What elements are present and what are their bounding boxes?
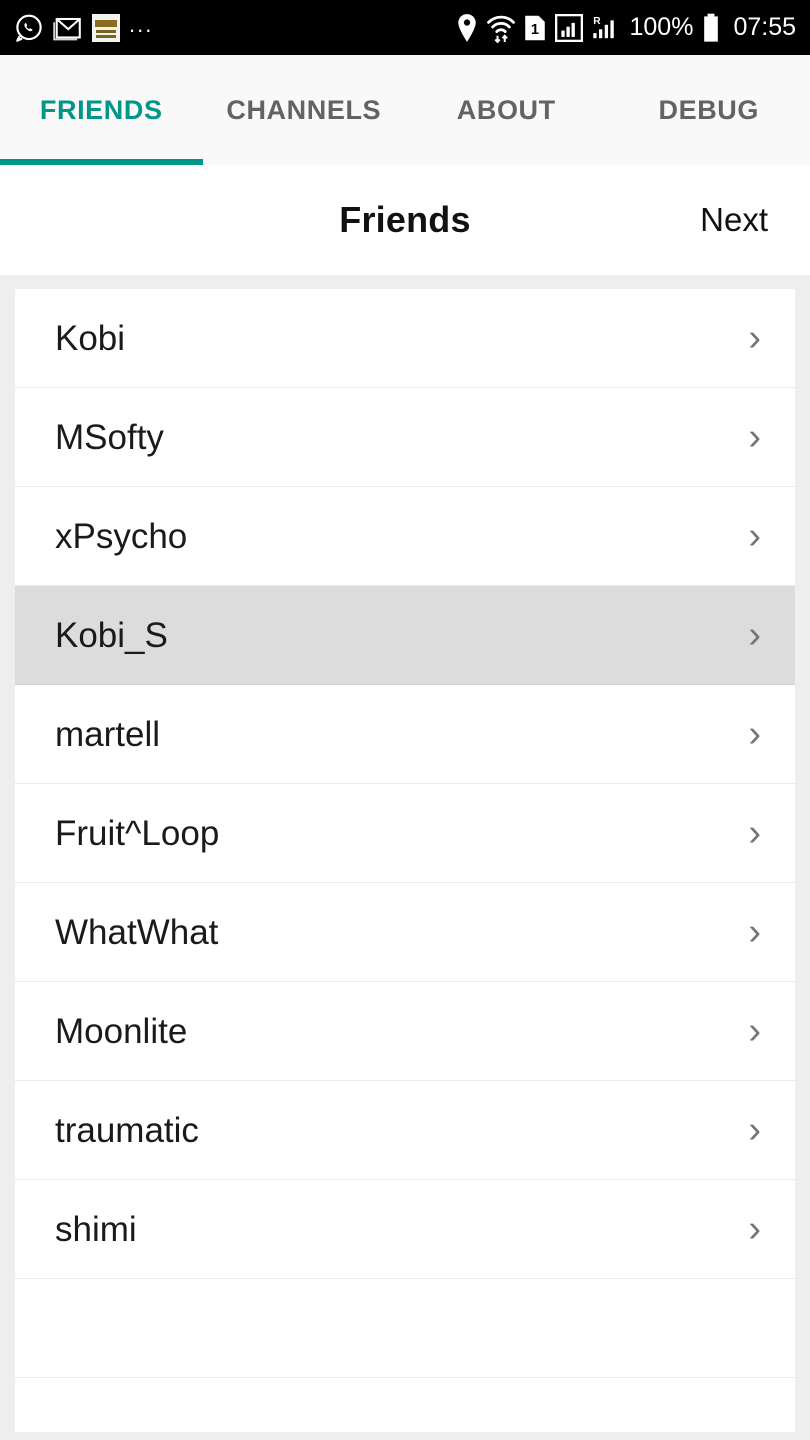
- chevron-right-icon[interactable]: ›: [748, 1111, 767, 1149]
- friend-name: traumatic: [55, 1110, 199, 1150]
- whatsapp-icon: [14, 13, 44, 43]
- signal-bars-icon: [555, 13, 584, 42]
- status-bar: ... 1 R 100% 07:55: [0, 0, 810, 55]
- gmail-icon: [53, 15, 83, 41]
- chevron-right-icon[interactable]: ›: [748, 517, 767, 555]
- tab-bar: FRIENDS CHANNELS ABOUT DEBUG: [0, 55, 810, 165]
- tab-channels[interactable]: CHANNELS: [203, 55, 406, 165]
- screen-header: Friends Next: [0, 165, 810, 275]
- chevron-right-icon[interactable]: ›: [748, 1210, 767, 1248]
- list-item[interactable]: martell ›: [15, 685, 795, 784]
- tab-about[interactable]: ABOUT: [405, 55, 608, 165]
- tab-debug-label: DEBUG: [658, 94, 759, 125]
- list-empty-row: [15, 1279, 795, 1378]
- status-bar-notifications: ...: [14, 13, 153, 43]
- chevron-right-icon[interactable]: ›: [748, 319, 767, 357]
- list-item[interactable]: Kobi ›: [15, 289, 795, 388]
- tab-about-label: ABOUT: [456, 94, 556, 125]
- chevron-right-icon[interactable]: ›: [748, 715, 767, 753]
- list-item[interactable]: shimi ›: [15, 1180, 795, 1279]
- friends-list-area: Kobi › MSofty › xPsycho › Kobi_S › marte…: [0, 275, 810, 1440]
- status-bar-system: 1 R 100% 07:55: [456, 13, 796, 43]
- friend-name: MSofty: [55, 417, 164, 457]
- friend-name: Moonlite: [55, 1011, 188, 1051]
- svg-text:R: R: [594, 16, 602, 27]
- chevron-right-icon[interactable]: ›: [748, 913, 767, 951]
- tab-friends[interactable]: FRIENDS: [0, 55, 203, 165]
- wifi-icon: [487, 13, 516, 43]
- roaming-signal-icon: R: [592, 14, 620, 42]
- battery-full-icon: [702, 13, 720, 43]
- list-item[interactable]: traumatic ›: [15, 1081, 795, 1180]
- location-pin-icon: [456, 13, 478, 43]
- next-button[interactable]: Next: [700, 201, 768, 239]
- chevron-right-icon[interactable]: ›: [748, 616, 767, 654]
- news-app-icon: [92, 13, 120, 42]
- list-item[interactable]: Fruit^Loop ›: [15, 784, 795, 883]
- page-title: Friends: [339, 199, 471, 240]
- sim-1-icon: 1: [524, 14, 546, 42]
- friend-name: Fruit^Loop: [55, 813, 220, 853]
- list-item[interactable]: WhatWhat ›: [15, 883, 795, 982]
- friend-name: Kobi: [55, 318, 126, 358]
- list-item-selected[interactable]: Kobi_S ›: [15, 586, 795, 685]
- chevron-right-icon[interactable]: ›: [748, 418, 767, 456]
- tab-channels-label: CHANNELS: [226, 94, 382, 125]
- tab-debug[interactable]: DEBUG: [608, 55, 810, 165]
- friend-name: WhatWhat: [55, 912, 219, 952]
- status-bar-clock: 07:55: [733, 13, 796, 41]
- friend-name: shimi: [55, 1209, 137, 1249]
- friends-list: Kobi › MSofty › xPsycho › Kobi_S › marte…: [15, 289, 795, 1432]
- friend-name: Kobi_S: [55, 615, 168, 655]
- friend-name: martell: [55, 714, 161, 754]
- battery-percent-label: 100%: [629, 13, 694, 41]
- chevron-right-icon[interactable]: ›: [748, 814, 767, 852]
- svg-text:1: 1: [531, 22, 539, 38]
- tab-friends-label: FRIENDS: [39, 94, 163, 125]
- list-item[interactable]: Moonlite ›: [15, 982, 795, 1081]
- chevron-right-icon[interactable]: ›: [748, 1012, 767, 1050]
- notification-overflow-icon: ...: [129, 11, 154, 37]
- list-item[interactable]: xPsycho ›: [15, 487, 795, 586]
- list-item[interactable]: MSofty ›: [15, 388, 795, 487]
- friend-name: xPsycho: [55, 516, 188, 556]
